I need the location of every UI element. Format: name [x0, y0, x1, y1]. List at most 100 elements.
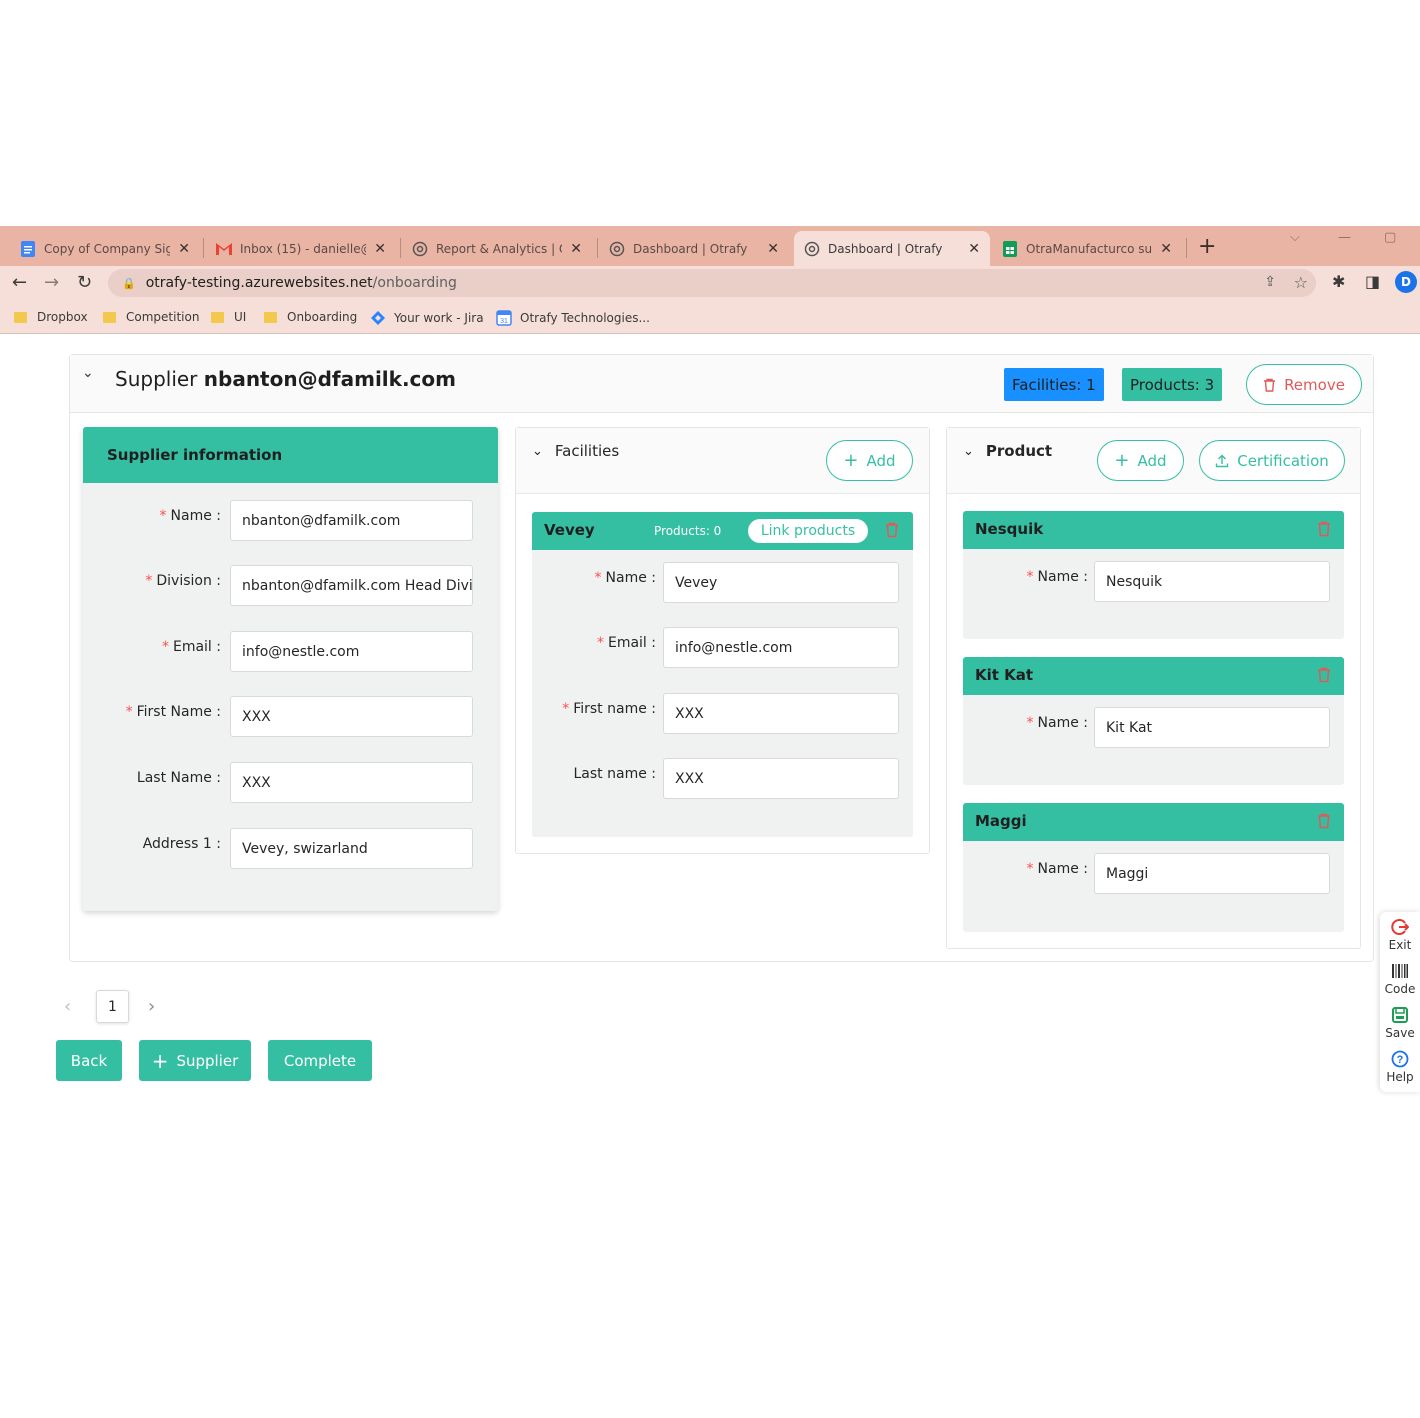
facilities-title[interactable]: ⌄ Facilities: [532, 442, 619, 460]
tab-title: Copy of Company Signa: [44, 241, 171, 256]
maximize-icon[interactable]: ▢: [1384, 230, 1396, 245]
close-icon[interactable]: ✕: [178, 241, 190, 257]
remove-supplier-button[interactable]: Remove: [1246, 364, 1362, 405]
address-bar: ← → ↻ 🔒 otrafy-testing.azurewebsites.net…: [0, 266, 1420, 302]
tab-otramanufacturco[interactable]: OtraManufacturco supp ✕: [992, 231, 1182, 266]
pagination-page-1[interactable]: 1: [96, 990, 129, 1023]
trash-icon[interactable]: [1317, 667, 1331, 683]
tab-title: Dashboard | Otrafy: [633, 241, 748, 256]
url-path: /onboarding: [372, 275, 457, 291]
close-icon[interactable]: ✕: [570, 241, 582, 257]
facility-name-input[interactable]: Vevey: [663, 562, 899, 603]
supplier-name-input[interactable]: nbanton@dfamilk.com: [230, 500, 473, 541]
close-icon[interactable]: ✕: [374, 241, 386, 257]
star-icon[interactable]: ☆: [1294, 273, 1308, 292]
folder-icon: [14, 311, 27, 323]
save-tool[interactable]: Save: [1380, 1006, 1420, 1040]
tab-company-signature[interactable]: Copy of Company Signa ✕: [10, 231, 200, 266]
products-title[interactable]: ⌄ Product: [963, 442, 1052, 460]
facility-name-row: * Name : Vevey: [532, 562, 913, 604]
code-label: Code: [1384, 982, 1416, 996]
trash-icon[interactable]: [1317, 521, 1331, 537]
close-icon[interactable]: ✕: [1160, 241, 1172, 257]
supplier-division-input[interactable]: nbanton@dfamilk.com Head Divisi: [230, 565, 473, 606]
plus-icon: +: [1114, 450, 1130, 471]
close-icon[interactable]: ✕: [767, 241, 779, 257]
bookmark-onboarding[interactable]: Onboarding: [264, 310, 357, 324]
side-panel-icon[interactable]: ◨: [1365, 272, 1380, 291]
add-supplier-button[interactable]: + Supplier: [139, 1040, 251, 1081]
facility-last-name-input[interactable]: XXX: [663, 758, 899, 799]
close-icon[interactable]: ✕: [968, 241, 980, 257]
supplier-email-row: * Email : info@nestle.com: [83, 631, 498, 673]
back-arrow-icon[interactable]: ←: [12, 272, 27, 293]
lock-icon: 🔒: [122, 276, 136, 290]
supplier-address-input[interactable]: Vevey, swizarland: [230, 828, 473, 869]
chevron-down-icon[interactable]: ⌄: [532, 444, 543, 459]
supplier-last-name-input[interactable]: XXX: [230, 762, 473, 803]
folder-icon: [103, 311, 116, 323]
otrafy-icon: [609, 241, 625, 257]
tab-report-analytics[interactable]: Report & Analytics | Otr ✕: [402, 231, 592, 266]
field-label: * First Name :: [125, 704, 221, 720]
minimize-icon[interactable]: —: [1338, 230, 1351, 245]
supplier-first-name-input[interactable]: XXX: [230, 696, 473, 737]
facilities-header: ⌄ Facilities + Add: [516, 428, 929, 494]
side-toolbar: Exit Code Save ? Help: [1380, 912, 1420, 1092]
supplier-name-row: * Name : nbanton@dfamilk.com: [83, 500, 498, 542]
add-facility-button[interactable]: + Add: [826, 440, 913, 481]
tab-dashboard-1[interactable]: Dashboard | Otrafy ✕: [599, 231, 789, 266]
tab-inbox[interactable]: Inbox (15) - danielle@ot ✕: [206, 231, 396, 266]
chevron-down-icon[interactable]: ⌄: [963, 444, 974, 459]
supplier-email-input[interactable]: info@nestle.com: [230, 631, 473, 672]
tab-dashboard-active[interactable]: Dashboard | Otrafy ✕: [794, 231, 990, 266]
bookmark-label: UI: [234, 310, 247, 324]
bookmark-jira[interactable]: Your work - Jira: [370, 310, 484, 326]
bookmark-competition[interactable]: Competition: [103, 310, 199, 324]
back-button[interactable]: Back: [56, 1040, 122, 1081]
supplier-information-panel: Supplier information * Name : nbanton@dfa…: [83, 427, 498, 911]
code-tool[interactable]: Code: [1380, 962, 1420, 996]
add-product-button[interactable]: + Add: [1097, 440, 1184, 481]
field-label: * Name :: [1026, 569, 1088, 585]
chevron-down-icon[interactable]: ⌄: [82, 365, 94, 381]
certification-button[interactable]: Certification: [1199, 440, 1345, 481]
product-name: Kit Kat: [975, 666, 1034, 684]
supplier-address-row: Address 1 : Vevey, swizarland: [83, 828, 498, 870]
url-input[interactable]: 🔒 otrafy-testing.azurewebsites.net/onboa…: [108, 269, 1316, 297]
bookmark-ui[interactable]: UI: [211, 310, 246, 324]
trash-icon[interactable]: [1317, 813, 1331, 829]
supplier-card: ⌄ Supplier nbanton@dfamilk.com Facilitie…: [69, 354, 1374, 962]
product-card-maggi: Maggi * Name : Maggi: [963, 803, 1344, 932]
trash-icon[interactable]: [885, 522, 899, 538]
pagination-next-icon[interactable]: ›: [148, 996, 155, 1017]
profile-avatar[interactable]: D: [1395, 271, 1417, 293]
pagination-prev-icon[interactable]: ‹: [64, 996, 71, 1017]
tab-search-chevron-icon[interactable]: ⌵: [1290, 230, 1300, 245]
add-label: Add: [866, 451, 896, 470]
complete-button[interactable]: Complete: [268, 1040, 372, 1081]
extensions-puzzle-icon[interactable]: ✱: [1332, 272, 1345, 291]
supplier-last-name-row: Last Name : XXX: [83, 762, 498, 804]
facility-first-name-input[interactable]: XXX: [663, 693, 899, 734]
bookmark-otrafy-technologies[interactable]: 31 Otrafy Technologies...: [496, 310, 650, 326]
folder-icon: [264, 311, 277, 323]
exit-tool[interactable]: Exit: [1380, 918, 1420, 952]
new-tab-button[interactable]: +: [1198, 234, 1216, 259]
link-products-button[interactable]: Link products: [748, 519, 868, 543]
supplier-card-header: ⌄ Supplier nbanton@dfamilk.com Facilitie…: [70, 355, 1373, 413]
product-card-header: Kit Kat: [963, 657, 1344, 695]
product-name-input[interactable]: Kit Kat: [1094, 707, 1330, 748]
help-tool[interactable]: ? Help: [1380, 1050, 1420, 1084]
trash-icon: [1264, 378, 1276, 392]
reload-icon[interactable]: ↻: [77, 272, 92, 293]
product-name-input[interactable]: Maggi: [1094, 853, 1330, 894]
tab-title: Inbox (15) - danielle@ot: [240, 241, 366, 256]
facility-email-input[interactable]: info@nestle.com: [663, 627, 899, 668]
tab-title: Dashboard | Otrafy: [828, 241, 943, 256]
field-label: * Email :: [596, 635, 656, 651]
forward-arrow-icon[interactable]: →: [44, 272, 59, 293]
bookmark-dropbox[interactable]: Dropbox: [14, 310, 88, 324]
product-name-input[interactable]: Nesquik: [1094, 561, 1330, 602]
share-icon[interactable]: ⇪: [1264, 274, 1276, 290]
